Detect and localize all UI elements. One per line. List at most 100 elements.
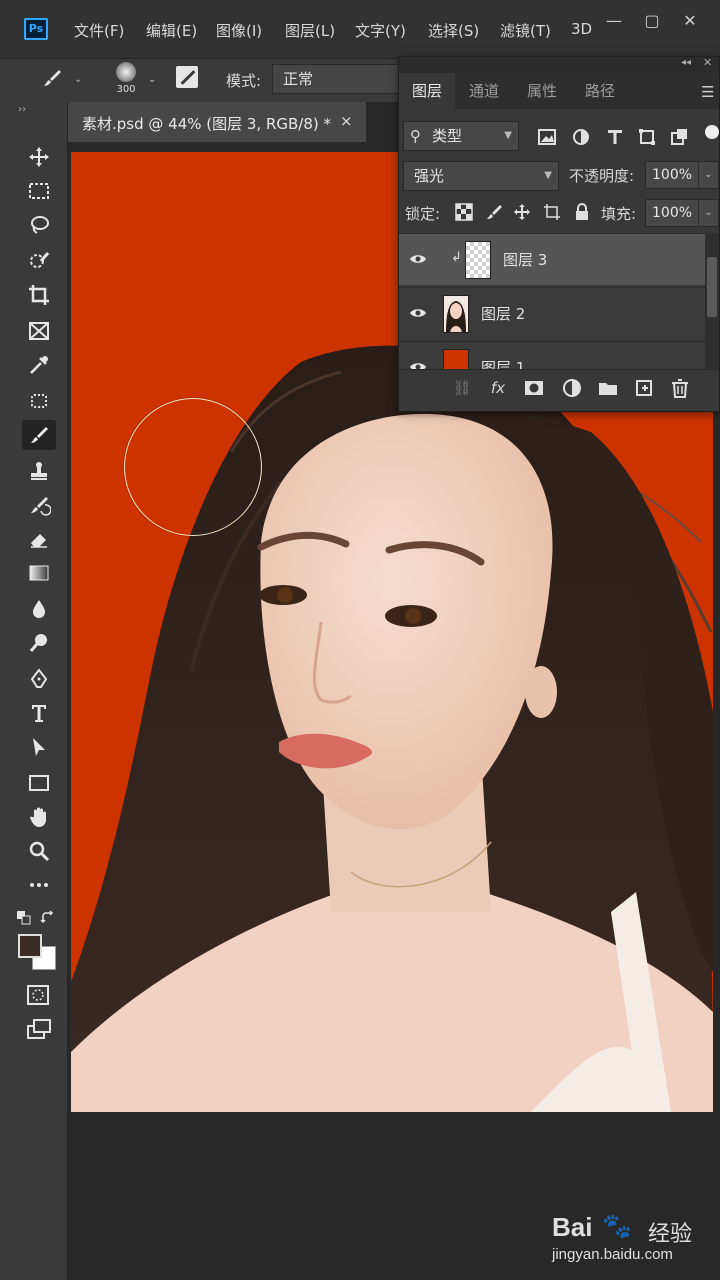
blend-mode-select[interactable]: 强光 ▼ bbox=[403, 161, 559, 191]
filter-pixel-icon[interactable] bbox=[537, 127, 557, 147]
quick-selection-tool-icon[interactable] bbox=[22, 246, 56, 276]
opacity-input[interactable]: 100% ⌄ bbox=[645, 161, 719, 189]
hand-tool-icon[interactable] bbox=[22, 802, 56, 832]
document-tab-title: 素材.psd @ 44% (图层 3, RGB/8) * bbox=[82, 115, 332, 133]
more-tools-icon[interactable] bbox=[22, 870, 56, 900]
filter-type-icon[interactable] bbox=[605, 127, 625, 147]
brush-preset-icon[interactable] bbox=[40, 66, 64, 90]
frame-tool-icon[interactable] bbox=[22, 316, 56, 346]
filter-shape-icon[interactable] bbox=[637, 127, 657, 147]
filter-toggle-icon[interactable] bbox=[705, 125, 719, 139]
toolbar-collapse-icon[interactable]: ›› bbox=[18, 104, 26, 115]
menu-file[interactable]: 文件(F) bbox=[74, 20, 124, 41]
brush-tip-icon bbox=[116, 62, 136, 82]
screen-mode-icon[interactable] bbox=[26, 1018, 52, 1040]
move-tool-icon[interactable] bbox=[22, 142, 56, 172]
foreground-color-swatch[interactable] bbox=[18, 934, 42, 958]
adjustment-layer-icon[interactable] bbox=[561, 377, 583, 399]
delete-layer-icon[interactable] bbox=[669, 377, 691, 399]
zoom-tool-icon[interactable] bbox=[22, 836, 56, 866]
opacity-value: 100% bbox=[652, 167, 693, 183]
fill-input[interactable]: 100% ⌄ bbox=[645, 199, 719, 227]
paw-icon: 🐾 bbox=[602, 1212, 632, 1240]
watermark-logo: Bai bbox=[552, 1212, 593, 1242]
panel-menu-icon[interactable]: ☰ bbox=[701, 83, 714, 101]
menu-layer[interactable]: 图层(L) bbox=[285, 20, 335, 41]
layer-filter-select[interactable]: ⚲ 类型 ▼ bbox=[403, 121, 519, 151]
tab-paths[interactable]: 路径 bbox=[571, 73, 629, 109]
lasso-tool-icon[interactable] bbox=[22, 210, 56, 240]
layers-panel: ◂◂ ✕ 图层 通道 属性 路径 ☰ ⚲ 类型 ▼ 强光 ▼ 不透明度: 100… bbox=[398, 56, 720, 412]
eraser-tool-icon[interactable] bbox=[22, 524, 56, 554]
fx-icon[interactable]: fx bbox=[487, 377, 509, 399]
menu-bar: Ps 文件(F) 编辑(E) 图像(I) 图层(L) 文字(Y) 选择(S) 滤… bbox=[0, 0, 720, 58]
layer-name[interactable]: 图层 1 bbox=[481, 357, 525, 369]
gradient-tool-icon[interactable] bbox=[22, 558, 56, 588]
swap-colors-icon[interactable] bbox=[40, 910, 56, 926]
menu-3d[interactable]: 3D bbox=[571, 20, 592, 38]
chevron-down-icon[interactable]: ⌄ bbox=[698, 200, 718, 226]
layer-name[interactable]: 图层 3 bbox=[503, 249, 547, 270]
layer-name[interactable]: 图层 2 bbox=[481, 303, 525, 324]
dodge-tool-icon[interactable] bbox=[22, 628, 56, 658]
brush-tool-icon[interactable] bbox=[22, 420, 56, 450]
layers-scrollbar-thumb[interactable] bbox=[707, 257, 717, 317]
filter-smart-object-icon[interactable] bbox=[669, 127, 689, 147]
tab-channels[interactable]: 通道 bbox=[455, 73, 513, 109]
new-group-icon[interactable] bbox=[597, 377, 619, 399]
type-tool-icon[interactable] bbox=[22, 698, 56, 728]
default-colors-icon[interactable] bbox=[16, 910, 32, 926]
panel-header-strip bbox=[399, 57, 719, 73]
lock-all-icon[interactable] bbox=[573, 203, 591, 221]
stamp-tool-icon[interactable] bbox=[22, 456, 56, 486]
layer-row[interactable]: ↲ 图层 3 bbox=[399, 233, 705, 285]
lock-image-pixels-icon[interactable] bbox=[485, 203, 503, 221]
lock-artboard-icon[interactable] bbox=[543, 203, 561, 221]
pen-tool-icon[interactable] bbox=[22, 664, 56, 694]
clipping-mask-icon: ↲ bbox=[451, 250, 462, 265]
menu-image[interactable]: 图像(I) bbox=[216, 20, 262, 41]
layer-row[interactable]: 图层 2 bbox=[399, 287, 705, 339]
close-icon[interactable]: ✕ bbox=[668, 8, 712, 34]
document-tab[interactable]: 素材.psd @ 44% (图层 3, RGB/8) * × bbox=[68, 102, 366, 142]
mode-select[interactable]: 正常 bbox=[272, 64, 402, 94]
history-brush-tool-icon[interactable] bbox=[22, 490, 56, 520]
tab-layers[interactable]: 图层 bbox=[399, 73, 455, 109]
eyedropper-tool-icon[interactable] bbox=[22, 350, 56, 380]
chevron-down-icon[interactable]: ⌄ bbox=[148, 74, 156, 85]
layer-row[interactable]: 图层 1 bbox=[399, 341, 705, 369]
patch-tool-icon[interactable] bbox=[22, 386, 56, 416]
collapse-panel-icon[interactable]: ◂◂ bbox=[681, 57, 691, 68]
brush-size-picker[interactable]: 300 bbox=[112, 60, 140, 100]
close-icon[interactable]: × bbox=[340, 112, 353, 130]
layer-filter-label: 类型 bbox=[432, 127, 463, 145]
layer-thumbnail bbox=[443, 349, 469, 369]
filter-adjustment-icon[interactable] bbox=[571, 127, 591, 147]
chevron-down-icon[interactable]: ⌄ bbox=[698, 162, 718, 188]
visibility-eye-icon[interactable] bbox=[409, 252, 427, 266]
rectangle-tool-icon[interactable] bbox=[22, 768, 56, 798]
link-layers-icon[interactable]: ⛓ bbox=[451, 377, 473, 399]
lock-transparent-pixels-icon[interactable] bbox=[455, 203, 473, 221]
menu-edit[interactable]: 编辑(E) bbox=[146, 20, 197, 41]
chevron-down-icon[interactable]: ⌄ bbox=[74, 74, 82, 85]
fill-label: 填充: bbox=[601, 205, 637, 223]
menu-type[interactable]: 文字(Y) bbox=[355, 20, 406, 41]
menu-select[interactable]: 选择(S) bbox=[428, 20, 479, 41]
blur-tool-icon[interactable] bbox=[22, 594, 56, 624]
visibility-eye-icon[interactable] bbox=[409, 360, 427, 369]
menu-filter[interactable]: 滤镜(T) bbox=[500, 20, 551, 41]
tab-properties[interactable]: 属性 bbox=[513, 73, 571, 109]
fill-value: 100% bbox=[652, 205, 693, 221]
close-panel-icon[interactable]: ✕ bbox=[703, 56, 712, 69]
add-mask-icon[interactable] bbox=[523, 377, 545, 399]
brush-panel-toggle-icon[interactable] bbox=[176, 66, 198, 88]
quick-mask-icon[interactable] bbox=[26, 984, 50, 1006]
crop-tool-icon[interactable] bbox=[22, 280, 56, 310]
visibility-eye-icon[interactable] bbox=[409, 306, 427, 320]
marquee-tool-icon[interactable] bbox=[22, 176, 56, 206]
new-layer-icon[interactable] bbox=[633, 377, 655, 399]
lock-position-icon[interactable] bbox=[513, 203, 531, 221]
path-selection-tool-icon[interactable] bbox=[22, 732, 56, 762]
brush-cursor bbox=[124, 398, 262, 536]
